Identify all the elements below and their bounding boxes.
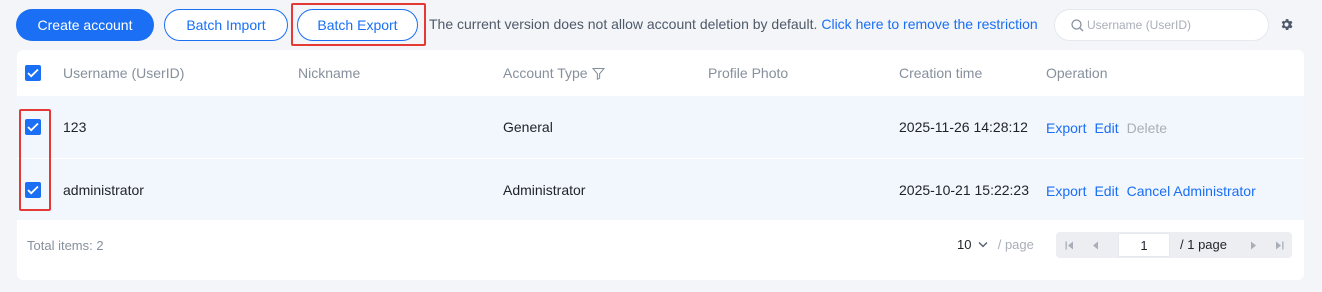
prev-page-icon (1093, 241, 1098, 250)
next-page-icon (1251, 241, 1256, 250)
delete-link: Delete (1126, 120, 1168, 136)
next-page-button[interactable] (1240, 232, 1266, 258)
operation-cell: Export Edit Cancel Administrator (1046, 183, 1264, 199)
table-row: 123 General 2025-11-26 14:28:12 Export Ed… (17, 96, 1304, 158)
cancel-administrator-link[interactable]: Cancel Administrator (1127, 183, 1256, 199)
accounts-table: Username (UserID) Nickname Account Type … (17, 50, 1304, 280)
search-input[interactable] (1087, 15, 1257, 35)
deletion-notice: The current version does not allow accou… (429, 16, 1038, 32)
select-all-checkbox[interactable] (25, 65, 41, 81)
batch-export-button[interactable]: Batch Export (297, 9, 418, 41)
table-row: administrator Administrator 2025-10-21 1… (17, 159, 1304, 220)
create-account-button[interactable]: Create account (16, 9, 154, 41)
toolbar: Create account Batch Import Batch Export… (0, 0, 1322, 50)
remove-restriction-link[interactable]: Click here to remove the restriction (821, 16, 1037, 32)
row-checkbox[interactable] (25, 182, 41, 198)
edit-link[interactable]: Edit (1094, 120, 1118, 136)
last-page-button[interactable] (1266, 232, 1292, 258)
first-page-button[interactable] (1056, 232, 1082, 258)
column-header-creation-time: Creation time (899, 65, 983, 81)
column-header-profile-photo: Profile Photo (708, 65, 789, 81)
column-header-operation: Operation (1046, 65, 1108, 81)
table-footer: Total items: 2 10 / page / 1 page (17, 220, 1304, 280)
username-cell: 123 (63, 119, 87, 135)
search-box[interactable] (1054, 9, 1269, 41)
filter-icon[interactable] (591, 67, 605, 80)
total-items: Total items: 2 (27, 238, 104, 253)
row-checkbox[interactable] (25, 119, 41, 135)
search-icon (1071, 19, 1084, 32)
check-icon (27, 122, 39, 132)
chevron-down-icon (978, 242, 988, 248)
creation-time-cell: 2025-11-26 14:28:12 (899, 119, 1028, 135)
prev-page-button[interactable] (1082, 232, 1108, 258)
notice-text: The current version does not allow accou… (429, 16, 818, 32)
page-number-input[interactable] (1118, 233, 1170, 257)
edit-link[interactable]: Edit (1094, 183, 1118, 199)
page-size-select[interactable]: 10 / page (957, 237, 1034, 252)
export-link[interactable]: Export (1046, 183, 1086, 199)
column-header-username: Username (UserID) (63, 65, 185, 81)
check-icon (27, 185, 39, 195)
export-link[interactable]: Export (1046, 120, 1086, 136)
column-header-nickname: Nickname (298, 65, 361, 81)
page-size-unit: / page (997, 237, 1034, 252)
page-total: / 1 page (1180, 237, 1227, 252)
column-header-account-type-label: Account Type (503, 65, 588, 81)
gear-icon[interactable] (1279, 17, 1294, 32)
column-header-account-type: Account Type (503, 65, 605, 81)
check-icon (27, 68, 39, 78)
total-items-label: Total items: (27, 238, 93, 253)
total-items-value: 2 (96, 238, 104, 253)
creation-time-cell: 2025-10-21 15:22:23 (899, 182, 1029, 198)
last-page-icon (1276, 241, 1284, 250)
page-size-value: 10 (957, 237, 972, 252)
account-type-cell: Administrator (503, 182, 586, 198)
account-type-cell: General (503, 119, 553, 135)
username-cell: administrator (63, 182, 144, 198)
operation-cell: Export Edit Delete (1046, 120, 1175, 136)
batch-import-button[interactable]: Batch Import (164, 9, 288, 41)
pagination: / 1 page (1056, 232, 1292, 258)
first-page-icon (1065, 241, 1073, 250)
table-header: Username (UserID) Nickname Account Type … (17, 50, 1304, 96)
